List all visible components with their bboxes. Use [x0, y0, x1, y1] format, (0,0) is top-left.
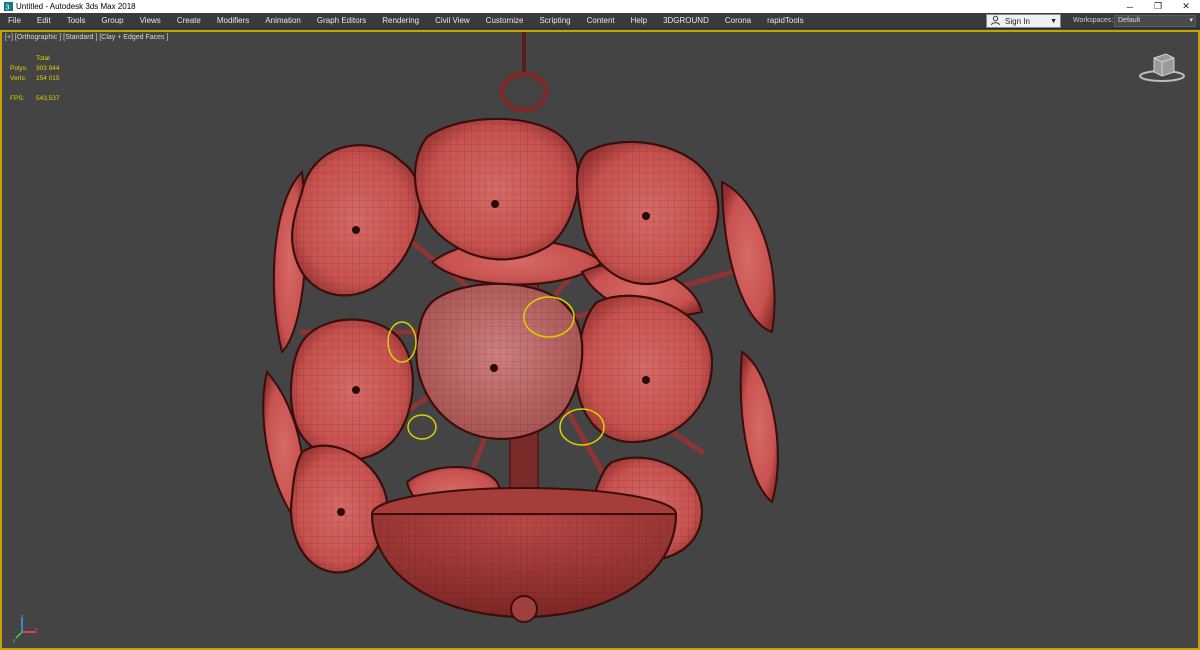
viewport-label-menu[interactable]: [+] [Orthographic ] [Standard ] [Clay + … — [5, 34, 168, 41]
viewcube-icon[interactable] — [1136, 48, 1188, 84]
menu-content[interactable]: Content — [579, 13, 623, 29]
minimize-button[interactable]: ─ — [1116, 0, 1144, 13]
menu-graph-editors[interactable]: Graph Editors — [309, 13, 374, 29]
menu-corona[interactable]: Corona — [717, 13, 759, 29]
menu-file[interactable]: File — [0, 13, 29, 29]
svg-text:z: z — [21, 614, 24, 620]
menu-create[interactable]: Create — [169, 13, 209, 29]
axis-tripod-icon: z x y — [10, 614, 40, 644]
workspace-value: Default — [1118, 17, 1141, 24]
menu-modifiers[interactable]: Modifiers — [209, 13, 257, 29]
verts-label: Verts: — [10, 75, 27, 82]
workspaces-label: Workspaces: — [1073, 17, 1114, 24]
sign-in-label: Sign In — [1005, 16, 1030, 26]
svg-text:3: 3 — [5, 5, 9, 12]
menu-tools[interactable]: Tools — [59, 13, 94, 29]
menu-customize[interactable]: Customize — [478, 13, 532, 29]
window-title: Untitled - Autodesk 3ds Max 2018 — [16, 2, 136, 11]
menu-rendering[interactable]: Rendering — [374, 13, 427, 29]
menu-bar: File Edit Tools Group Views Create Modif… — [0, 13, 1200, 29]
user-icon — [990, 15, 1002, 27]
menu-scripting[interactable]: Scripting — [531, 13, 578, 29]
fps-label: FPS: — [10, 95, 25, 102]
menu-animation[interactable]: Animation — [257, 13, 309, 29]
menu-edit[interactable]: Edit — [29, 13, 59, 29]
chain — [499, 32, 549, 113]
statistics-overlay: Total Polys: 303 944 Verts: 154 015 FPS:… — [10, 54, 60, 104]
fps-value: 543,537 — [36, 95, 60, 102]
perspective-viewport[interactable]: [+] [Orthographic ] [Standard ] [Clay + … — [0, 30, 1200, 650]
stats-total-header: Total — [36, 55, 50, 62]
menu-views[interactable]: Views — [132, 13, 169, 29]
chevron-down-icon: ▼ — [1050, 17, 1057, 25]
polys-value: 303 944 — [36, 65, 60, 72]
3dsmax-app-icon[interactable]: 3 — [3, 2, 13, 12]
bowl — [370, 487, 678, 623]
sign-in-dropdown[interactable]: Sign In ▼ — [986, 14, 1061, 28]
restore-button[interactable]: ❐ — [1144, 0, 1172, 13]
workspaces-select[interactable]: Default ▾ — [1114, 15, 1196, 27]
svg-text:y: y — [13, 638, 16, 644]
menu-help[interactable]: Help — [623, 13, 655, 29]
chevron-down-icon: ▾ — [1189, 17, 1193, 24]
svg-text:x: x — [35, 627, 38, 633]
chandelier-model[interactable] — [2, 32, 1198, 648]
verts-value: 154 015 — [36, 75, 60, 82]
menu-civil-view[interactable]: Civil View — [427, 13, 478, 29]
menu-3dground[interactable]: 3DGROUND — [655, 13, 717, 29]
menu-rapidtools[interactable]: rapidTools — [759, 13, 811, 29]
center-petal — [415, 282, 584, 440]
close-button[interactable]: ✕ — [1172, 0, 1200, 13]
polys-label: Polys: — [10, 65, 28, 72]
title-bar: 3 Untitled - Autodesk 3ds Max 2018 ─ ❐ ✕ — [0, 0, 1200, 13]
menu-group[interactable]: Group — [93, 13, 131, 29]
